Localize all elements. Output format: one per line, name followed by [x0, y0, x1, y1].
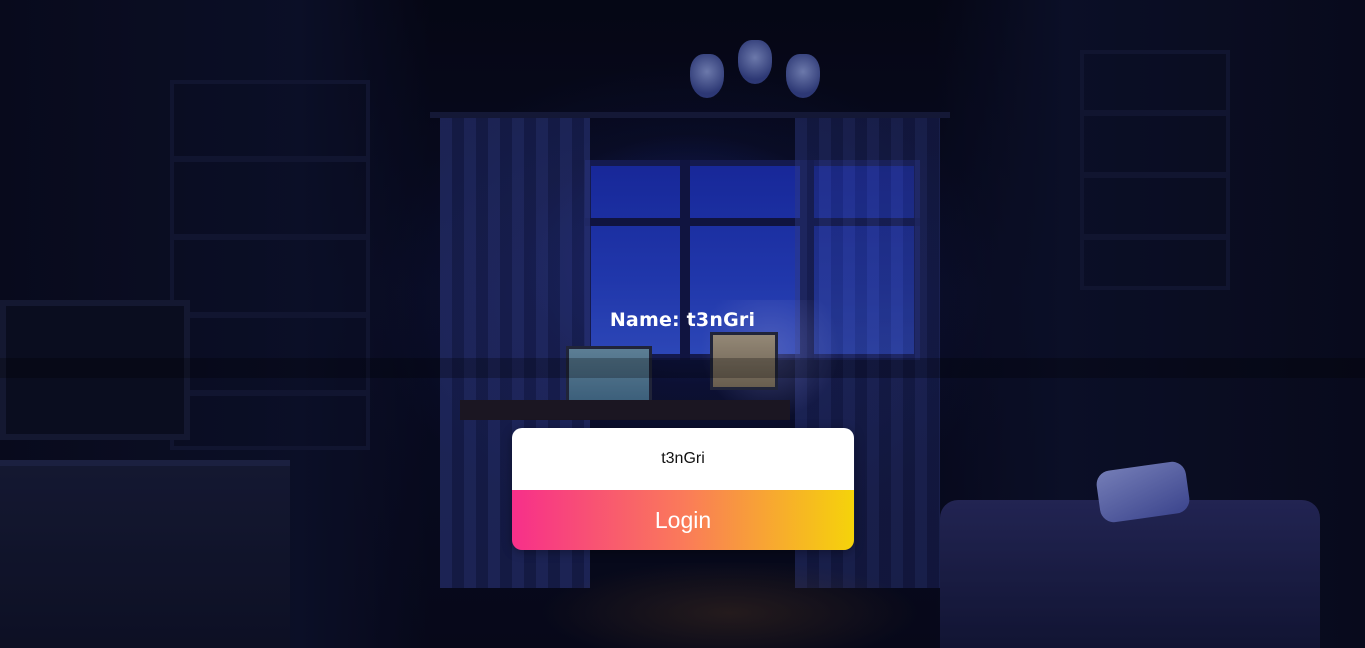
login-form: Login [512, 428, 854, 550]
username-input[interactable] [512, 428, 854, 490]
overlay-band [0, 358, 1365, 378]
login-button[interactable]: Login [512, 490, 854, 550]
user-name-label: Name: t3nGri [609, 309, 756, 331]
